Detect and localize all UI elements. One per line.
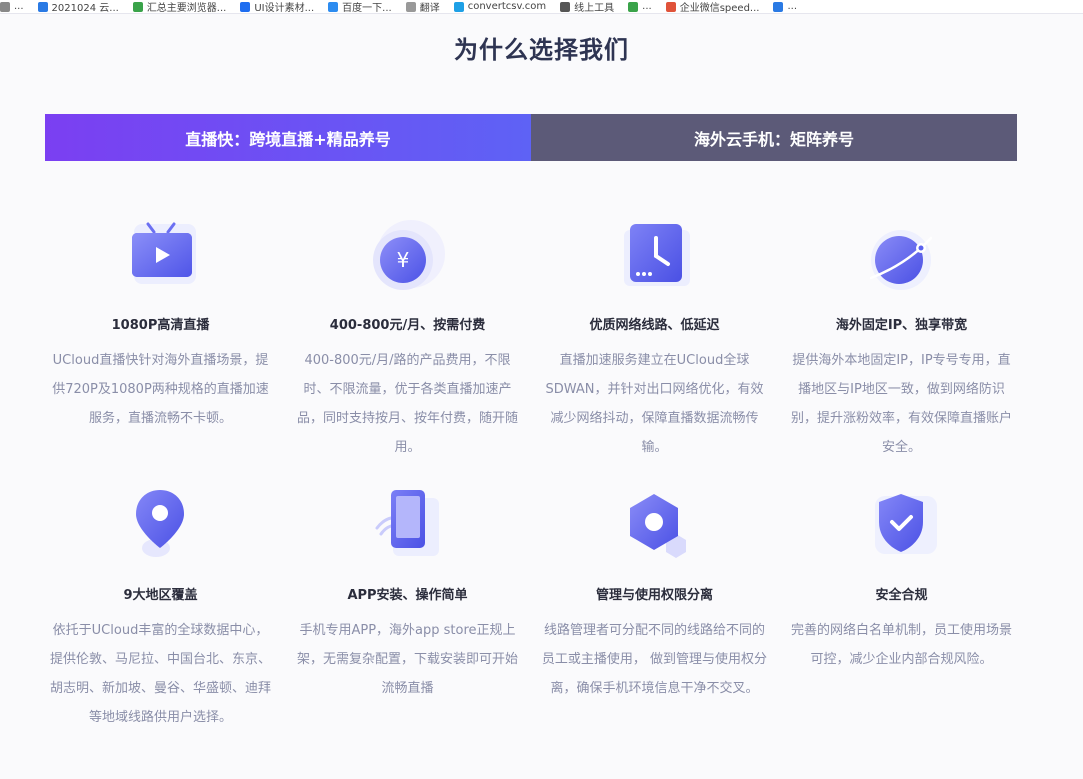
- feature-description: 依托于UCloud丰富的全球数据中心，提供伦敦、马尼拉、中国台北、东京、胡志明、…: [49, 623, 271, 725]
- feature-description: 直播加速服务建立在UCloud全球SDWAN，并针对出口网络优化，有效减少网络抖…: [545, 353, 764, 455]
- svg-text:¥: ¥: [396, 248, 409, 272]
- feature-title: 400-800元/月、按需付费: [329, 318, 486, 333]
- tab-live-acceleration[interactable]: 直播快：跨境直播+精品养号: [45, 114, 531, 161]
- bookmarks-bar: ... 2021024 云... 汇总主要浏览器... UI设计素材... 百度…: [0, 0, 1083, 14]
- bookmark-item[interactable]: 翻译: [405, 0, 440, 13]
- bookmark-favicon-icon: [0, 1, 10, 12]
- feature-title: 9大地区覆盖: [123, 588, 198, 603]
- location-pin-icon: [116, 482, 206, 572]
- bookmark-item[interactable]: 汇总主要浏览器...: [132, 0, 226, 13]
- feature-card: 9大地区覆盖 依托于UCloud丰富的全球数据中心，提供伦敦、马尼拉、中国台北、…: [37, 482, 284, 732]
- bookmark-favicon-icon: [132, 1, 143, 12]
- mobile-phone-icon: [363, 482, 453, 572]
- feature-description: 400-800元/月/路的产品费用，不限时、不限流量，优于各类直播加速产品，同时…: [296, 353, 518, 455]
- feature-description: 手机专用APP，海外app store正规上架，无需复杂配置，下载安装即可开始流…: [296, 623, 518, 696]
- feature-title: 管理与使用权限分离: [595, 588, 713, 603]
- bookmark-favicon-icon: [773, 1, 784, 12]
- feature-card: 优质网络线路、低延迟 直播加速服务建立在UCloud全球SDWAN，并针对出口网…: [531, 212, 778, 462]
- yuan-coin-icon: ¥: [363, 212, 453, 302]
- feature-card: 1080P高清直播 UCloud直播快针对海外直播场景，提供720P及1080P…: [37, 212, 284, 462]
- bookmark-favicon-icon: [405, 1, 416, 12]
- bookmark-item[interactable]: convertcsv.com: [453, 1, 546, 12]
- feature-title: 1080P高清直播: [111, 318, 210, 333]
- bookmark-favicon-icon: [453, 1, 464, 12]
- feature-description: 完善的网络白名单机制，员工使用场景可控，减少企业内部合规风险。: [790, 623, 1012, 667]
- feature-card: 管理与使用权限分离 线路管理者可分配不同的线路给不同的员工或主播使用， 做到管理…: [531, 482, 778, 732]
- clock-icon: [610, 212, 700, 302]
- bookmark-favicon-icon: [560, 1, 571, 12]
- feature-grid: 1080P高清直播 UCloud直播快针对海外直播场景，提供720P及1080P…: [37, 212, 1027, 732]
- bookmark-item[interactable]: ...: [0, 1, 24, 12]
- feature-card: APP安装、操作简单 手机专用APP，海外app store正规上架，无需复杂配…: [284, 482, 531, 732]
- section-title: 为什么选择我们: [454, 36, 629, 64]
- bookmark-item[interactable]: UI设计素材...: [240, 0, 314, 13]
- feature-card: 安全合规 完善的网络白名单机制，员工使用场景可控，减少企业内部合规风险。: [778, 482, 1025, 732]
- feature-description: UCloud直播快针对海外直播场景，提供720P及1080P两种规格的直播加速服…: [52, 353, 269, 426]
- feature-card: 海外固定IP、独享带宽 提供海外本地固定IP，IP专号专用，直播地区与IP地区一…: [778, 212, 1025, 462]
- feature-title: 海外固定IP、独享带宽: [835, 318, 968, 333]
- bookmark-item[interactable]: 2021024 云...: [37, 0, 119, 13]
- feature-title: 安全合规: [875, 588, 928, 603]
- bookmark-item[interactable]: ...: [628, 1, 652, 12]
- feature-title: APP安装、操作简单: [347, 588, 468, 603]
- globe-orbit-icon: [857, 212, 947, 302]
- bookmark-favicon-icon: [328, 1, 339, 12]
- bookmark-item[interactable]: 企业微信speed...: [665, 0, 759, 13]
- live-tv-icon: [116, 212, 206, 302]
- hexagon-permission-icon: [610, 482, 700, 572]
- shield-check-icon: [857, 482, 947, 572]
- feature-card: ¥ 400-800元/月、按需付费 400-800元/月/路的产品费用，不限时、…: [284, 212, 531, 462]
- bookmark-item[interactable]: 线上工具: [560, 0, 614, 13]
- bookmark-item[interactable]: ...: [773, 1, 797, 12]
- bookmark-item[interactable]: 百度一下...: [328, 0, 392, 13]
- bookmark-favicon-icon: [665, 1, 676, 12]
- product-tabs: 直播快：跨境直播+精品养号 海外云手机：矩阵养号: [45, 114, 1017, 161]
- tab-cloud-phone[interactable]: 海外云手机：矩阵养号: [531, 114, 1017, 161]
- feature-description: 线路管理者可分配不同的线路给不同的员工或主播使用， 做到管理与使用权分离，确保手…: [541, 623, 768, 696]
- feature-description: 提供海外本地固定IP，IP专号专用，直播地区与IP地区一致，做到网络防识别，提升…: [790, 353, 1012, 455]
- bookmark-favicon-icon: [37, 1, 48, 12]
- bookmark-favicon-icon: [240, 1, 251, 12]
- bookmark-favicon-icon: [628, 1, 639, 12]
- feature-title: 优质网络线路、低延迟: [589, 318, 720, 333]
